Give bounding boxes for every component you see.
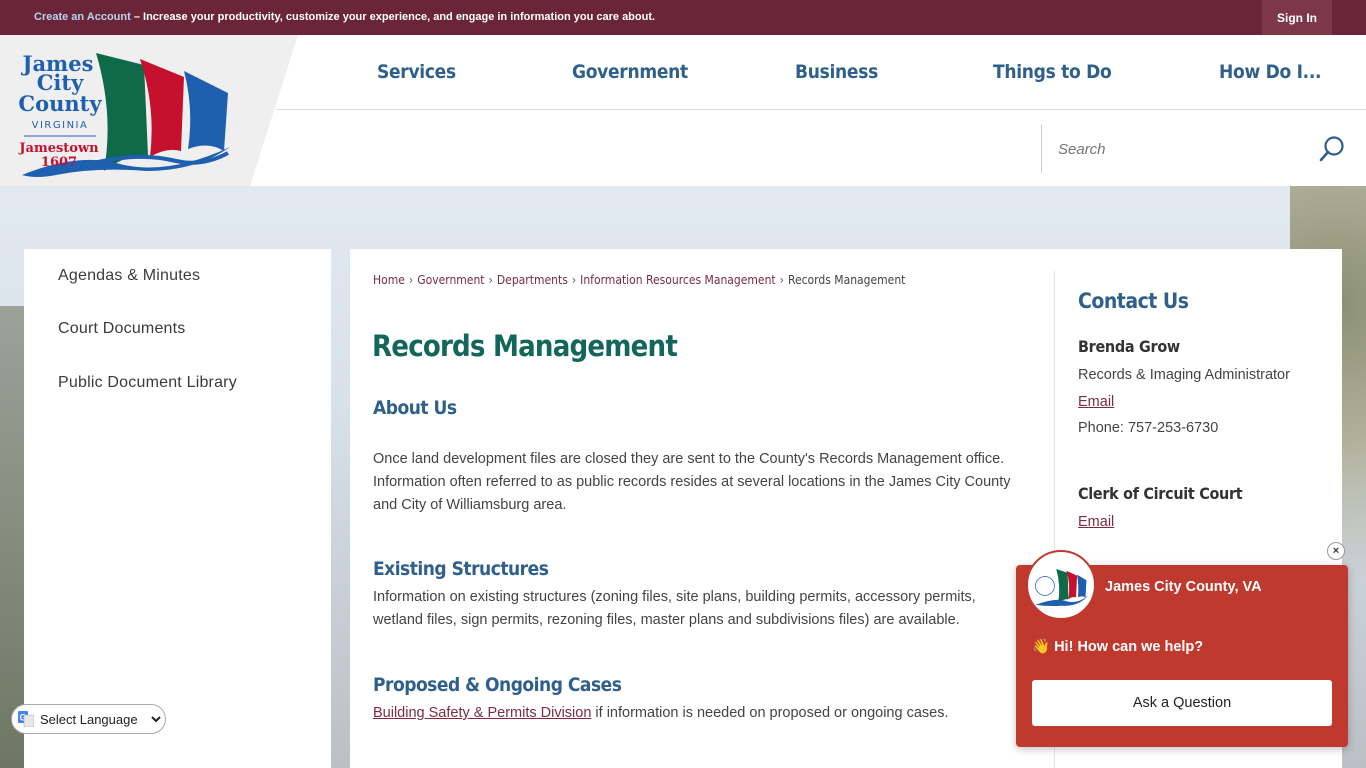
site-header: James City County VIRGINIA Jamestown 160… — [0, 35, 1366, 186]
contact-office-name: Clerk of Circuit Court — [1078, 484, 1243, 503]
section-heading-existing-structures: Existing Structures — [373, 558, 549, 580]
sidebar-item-court-documents[interactable]: Court Documents — [58, 320, 186, 338]
create-account-link[interactable]: Create an Account — [34, 11, 131, 23]
chat-avatar — [1026, 550, 1096, 620]
about-us-line-1: Once land development files are closed t… — [373, 451, 1005, 467]
main-nav: Services Government Business Things to D… — [276, 35, 1366, 110]
search-input[interactable] — [1058, 137, 1308, 161]
breadcrumb-separator: › — [779, 273, 784, 287]
county-logo[interactable]: James City County VIRGINIA Jamestown 160… — [16, 43, 236, 183]
contact-person-role: Records & Imaging Administrator — [1078, 367, 1290, 383]
contact-office-email-link[interactable]: Email — [1078, 514, 1114, 530]
contact-person-phone: Phone: 757-253-6730 — [1078, 420, 1219, 436]
logo-text-county: County — [18, 91, 102, 116]
language-selector: G Select Language — [11, 704, 166, 734]
sign-in-button[interactable]: Sign In — [1262, 0, 1332, 35]
nav-item-government[interactable]: Government — [572, 61, 688, 83]
breadcrumb-home[interactable]: Home — [373, 273, 405, 287]
about-us-line-3: and City of Williamsburg area. — [373, 497, 567, 513]
chat-avatar-logo — [1035, 568, 1089, 607]
account-message: Create an Account – Increase your produc… — [34, 11, 655, 23]
section-heading-proposed-ongoing-cases: Proposed & Ongoing Cases — [373, 674, 622, 696]
chat-close-button[interactable]: × — [1327, 542, 1345, 560]
page-title: Records Management — [372, 329, 678, 363]
breadcrumb-departments[interactable]: Departments — [497, 273, 568, 287]
sidebar-item-public-document-library[interactable]: Public Document Library — [58, 374, 237, 392]
logo-text-jamestown: Jamestown — [18, 141, 99, 156]
sidebar: Agendas & Minutes Court Documents Public… — [24, 249, 331, 768]
search-icon[interactable] — [1318, 135, 1346, 163]
section-heading-about-us: About Us — [373, 397, 457, 419]
breadcrumb-government[interactable]: Government — [417, 273, 484, 287]
nav-item-services[interactable]: Services — [377, 61, 456, 83]
section-text-proposed-ongoing-cases: Building Safety & Permits Division if in… — [373, 702, 1033, 725]
breadcrumb-separator: › — [408, 273, 414, 287]
account-message-text: – Increase your productivity, customize … — [130, 11, 656, 23]
section-text-about-us: Once land development files are closed t… — [373, 448, 1033, 517]
existing-structures-line-2: wetland files, sign permits, rezoning fi… — [373, 612, 960, 628]
language-select[interactable]: Select Language — [36, 710, 164, 728]
chat-org-name: James City County, VA — [1105, 579, 1262, 595]
breadcrumb: Home › Government › Departments › Information … — [373, 273, 905, 287]
contact-person-name: Brenda Grow — [1078, 337, 1180, 356]
ask-question-button[interactable]: Ask a Question — [1032, 680, 1332, 726]
breadcrumb-information-resources-management[interactable]: Information Resources Management — [580, 273, 776, 287]
nav-item-how-do-i[interactable]: How Do I... — [1219, 61, 1322, 83]
logo-text-year: 1607 — [41, 155, 77, 170]
nav-item-business[interactable]: Business — [795, 61, 878, 83]
contact-us-heading: Contact Us — [1078, 289, 1189, 313]
breadcrumb-separator: › — [571, 273, 577, 287]
breadcrumb-current: Records Management — [787, 273, 906, 287]
contact-person-email-link[interactable]: Email — [1078, 394, 1114, 410]
existing-structures-line-1: Information on existing structures (zoni… — [373, 589, 976, 605]
nav-item-things-to-do[interactable]: Things to Do — [993, 61, 1112, 83]
chat-widget: James City County, VA 👋 Hi! How can we h… — [1016, 550, 1348, 747]
search-box — [1041, 125, 1366, 173]
sidebar-item-agendas-minutes[interactable]: Agendas & Minutes — [58, 267, 200, 285]
section-text-existing-structures: Information on existing structures (zoni… — [373, 586, 1033, 632]
logo-text-virginia: VIRGINIA — [32, 120, 89, 131]
about-us-line-2: Information often referred to as public … — [373, 474, 1011, 490]
breadcrumb-separator: › — [488, 273, 493, 287]
top-bar: Create an Account – Increase your produc… — [0, 0, 1366, 35]
google-translate-icon: G — [18, 711, 34, 727]
chat-greeting: 👋 Hi! How can we help? — [1032, 639, 1204, 655]
building-safety-permits-link[interactable]: Building Safety & Permits Division — [373, 705, 591, 721]
proposed-cases-text: if information is needed on proposed or … — [591, 705, 949, 721]
